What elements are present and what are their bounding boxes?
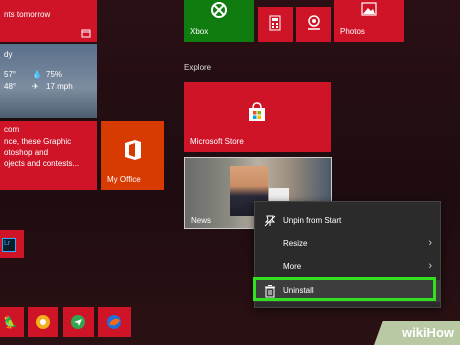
browser-icon (107, 315, 121, 329)
news-promo-line2: otoshop and (4, 148, 49, 157)
weather-temp-lo: 48° (4, 82, 17, 91)
small-tile-3[interactable] (63, 307, 94, 337)
store-bag-icon (249, 102, 265, 121)
xbox-tile[interactable]: Xbox (184, 0, 254, 42)
photos-label: Photos (340, 27, 365, 36)
menu-item-resize[interactable]: Resize › (255, 233, 440, 255)
weather-tile[interactable]: dy 57° 48° 💧 75% ✈ 17 mph (0, 44, 97, 118)
office-icon (125, 140, 141, 160)
send-icon (71, 315, 85, 329)
parrot-icon: 🦜 (3, 315, 18, 329)
menu-label-more: More (283, 262, 302, 271)
droplet-icon: 💧 (32, 70, 42, 79)
chevron-right-icon: › (428, 260, 432, 272)
lightroom-tile[interactable]: Lr (0, 230, 24, 258)
uninstall-highlight (253, 277, 436, 301)
menu-item-more[interactable]: More › (255, 256, 440, 278)
section-explore: Explore (184, 63, 212, 72)
watermark-text: wikiHow (401, 325, 454, 340)
small-tile-2[interactable] (28, 307, 58, 337)
weather-wind: 17 mph (46, 82, 73, 91)
news-promo-tile[interactable]: com nce, these Graphic otoshop and oject… (0, 121, 97, 190)
compass-icon (36, 315, 50, 329)
calendar-tile[interactable]: nts tomorrow (0, 0, 97, 42)
news-promo-line3: ojects and contests... (4, 159, 80, 168)
weather-city: dy (4, 50, 13, 59)
weather-humidity: 75% (46, 70, 63, 79)
weather-temp-hi: 57° (4, 70, 17, 79)
photos-tile[interactable]: Photos (334, 0, 404, 42)
microsoft-store-tile[interactable]: Microsoft Store (184, 82, 331, 152)
lightroom-icon: Lr (2, 238, 16, 252)
my-office-label: My Office (107, 175, 141, 184)
lightroom-label: Lr (4, 240, 11, 247)
news-label: News (191, 216, 212, 225)
news-promo-line1: nce, these Graphic (4, 137, 72, 146)
calendar-icon (81, 29, 91, 38)
menu-label-unpin: Unpin from Start (283, 216, 342, 225)
small-tile-1[interactable]: 🦜 (0, 307, 24, 337)
news-promo-title: com (4, 125, 20, 134)
photos-icon (361, 2, 377, 16)
menu-label-resize: Resize (283, 239, 308, 248)
chevron-right-icon: › (428, 237, 432, 249)
unpin-icon (264, 215, 276, 227)
xbox-icon (211, 2, 227, 18)
calculator-icon (269, 15, 281, 31)
small-tile-4[interactable] (98, 307, 131, 337)
microsoft-store-label: Microsoft Store (190, 137, 244, 146)
menu-item-unpin[interactable]: Unpin from Start (255, 210, 440, 232)
calculator-tile[interactable] (258, 7, 293, 42)
maps-pin-icon (308, 15, 320, 30)
xbox-label: Xbox (190, 27, 209, 36)
calendar-text: nts tomorrow (4, 10, 51, 19)
maps-tile[interactable] (296, 7, 331, 42)
wind-icon: ✈ (32, 82, 39, 91)
my-office-tile[interactable]: My Office (101, 121, 164, 190)
